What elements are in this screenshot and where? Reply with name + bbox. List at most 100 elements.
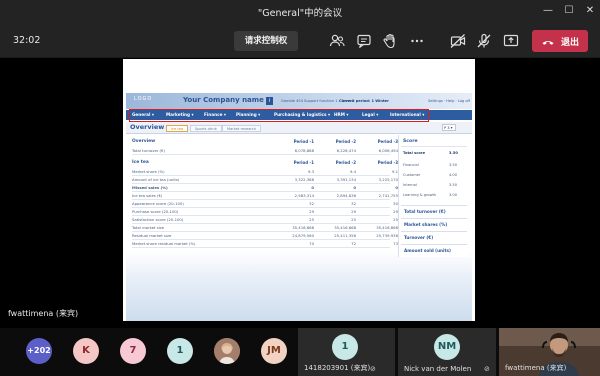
- row-value: 35,416,668: [292, 225, 314, 230]
- presenter-name: fwattimena (来宾): [8, 309, 79, 318]
- score-row: Learning & growth 3.00: [403, 193, 463, 197]
- score-label: Customer: [403, 173, 421, 177]
- row-value: 30: [393, 201, 398, 206]
- row-value: 25: [351, 217, 356, 222]
- tab-sports-drink[interactable]: Sports drink: [190, 125, 222, 132]
- score-row: Customer 4.00: [403, 173, 463, 177]
- row-label: Amount of ice tea (units): [132, 177, 180, 182]
- row-value: 6,078,888: [294, 148, 314, 153]
- more-icon[interactable]: [408, 32, 426, 50]
- participant-tile[interactable]: NM Nick van der Molen ⊘: [398, 328, 496, 376]
- meeting-timer: 32:02: [13, 35, 41, 46]
- mic-off-icon[interactable]: [475, 32, 493, 50]
- ice-tea-section-header: Ice tea Period -1 Period -2 Period -3: [132, 160, 398, 166]
- participant-photo-avatar[interactable]: [214, 338, 240, 364]
- row-divider: [132, 239, 390, 240]
- row-value: 25,739,936: [376, 233, 398, 238]
- row-value: 24,879,560: [292, 233, 314, 238]
- period-header: Period -1: [293, 160, 314, 165]
- row-value: 72: [351, 241, 356, 246]
- period-header: Period -3: [377, 139, 398, 144]
- nav-highlight-box: [129, 109, 429, 122]
- score-value: 3.50: [449, 163, 458, 167]
- tab-ice-tea[interactable]: Ice tea: [166, 125, 189, 132]
- row-value: 6,226,474: [336, 148, 356, 153]
- row-divider: [132, 247, 390, 248]
- row-divider: [132, 175, 390, 176]
- header-links: Settings · Help · Log off: [428, 99, 471, 103]
- row-value: 70: [309, 241, 314, 246]
- maximize-button[interactable]: ☐: [562, 4, 576, 18]
- shared-screen-stage: LOGO Your Company name i Gamble 4S4 Supp…: [0, 58, 600, 328]
- share-icon[interactable]: [502, 32, 520, 50]
- score-chart-toggle[interactable]: Amount sold (units): [401, 244, 467, 254]
- row-value: 2,894,836: [336, 193, 356, 198]
- participant-avatar: 1: [332, 334, 358, 360]
- row-label: Ice tea sales (€): [132, 193, 163, 198]
- company-name: Your Company name: [183, 96, 264, 104]
- period-header: Period -1: [293, 139, 314, 144]
- row-divider: [132, 191, 390, 192]
- row-value: 3,391,134: [336, 177, 356, 182]
- web-app-header: LOGO Your Company name i Gamble 4S4 Supp…: [126, 93, 472, 109]
- participant-avatar[interactable]: 1: [167, 338, 193, 364]
- row-divider: [132, 215, 390, 216]
- period-header: Period -2: [335, 139, 356, 144]
- row-value: 2,983,314: [294, 193, 314, 198]
- tab-market-research[interactable]: Market research: [222, 125, 262, 132]
- raise-hand-icon[interactable]: [381, 32, 399, 50]
- leave-label: 退出: [561, 38, 580, 48]
- shared-screen-content: LOGO Your Company name i Gamble 4S4 Supp…: [123, 59, 475, 321]
- participants-icon[interactable]: [328, 32, 346, 50]
- row-value: 0: [353, 185, 356, 190]
- score-value: 3.50: [449, 183, 458, 187]
- row-divider: [132, 154, 390, 155]
- row-label: Total market size: [132, 225, 165, 230]
- section-heading: Overview: [132, 139, 156, 144]
- score-chart-toggle[interactable]: Market shares (%): [401, 218, 467, 228]
- row-divider: [132, 223, 390, 224]
- participant-tile[interactable]: 1 1418203901 (来宾) ⊘: [298, 328, 395, 376]
- overview-section-header: Overview Period -1 Period -2 Period -3: [132, 139, 398, 145]
- score-row: Total score 3.50: [403, 151, 463, 155]
- row-label: Satisfaction score (20-100): [132, 217, 184, 222]
- participant-video-tile[interactable]: fwattimena (来宾): [499, 328, 600, 376]
- participant-avatar[interactable]: 7: [120, 338, 146, 364]
- row-value: 35,416,668: [334, 225, 356, 230]
- close-window-button[interactable]: ✕: [583, 4, 597, 18]
- participant-avatar[interactable]: K: [73, 338, 99, 364]
- info-flag-icon: i: [266, 97, 273, 105]
- camera-off-icon[interactable]: [449, 32, 467, 50]
- minimize-button[interactable]: —: [541, 4, 555, 18]
- participant-name: Nick van der Molen: [404, 365, 472, 373]
- row-value: 3,225,170: [378, 177, 398, 182]
- row-divider: [132, 199, 390, 200]
- row-value: 32: [309, 201, 314, 206]
- row-value: 29: [351, 209, 356, 214]
- participant-avatar[interactable]: JM: [261, 338, 287, 364]
- row-value: 9.3: [307, 169, 314, 174]
- leave-button[interactable]: 退出: [532, 30, 588, 52]
- row-value: 73: [393, 241, 398, 246]
- chat-icon[interactable]: [355, 32, 373, 50]
- row-value: 9.4: [349, 169, 356, 174]
- meeting-toolbar: 32:02 请求控制权 退出: [0, 24, 600, 58]
- overflow-participants-badge[interactable]: +202: [26, 338, 52, 364]
- overview-title: Overview: [130, 123, 165, 131]
- row-value: 25,411,356: [334, 233, 356, 238]
- score-chart-toggle[interactable]: Turnover (€): [401, 231, 467, 241]
- score-value: 3.00: [449, 193, 458, 197]
- title-bar: "General"中的会议 — ☐ ✕: [0, 0, 600, 24]
- score-title: Score: [403, 139, 418, 144]
- score-chart-toggle[interactable]: Total turnover (€): [401, 205, 467, 215]
- request-control-button[interactable]: 请求控制权: [234, 31, 298, 51]
- period-select[interactable]: P 3 ▾: [442, 124, 456, 131]
- row-value: 9.1: [391, 169, 398, 174]
- row-value: 6,006,494: [378, 148, 398, 153]
- person-photo-icon: [214, 338, 240, 364]
- period-header: Period -3: [377, 160, 398, 165]
- score-label: Total score: [403, 151, 426, 155]
- logo: LOGO: [134, 96, 153, 102]
- period-header: Period -2: [335, 160, 356, 165]
- score-label: Internal: [403, 183, 417, 187]
